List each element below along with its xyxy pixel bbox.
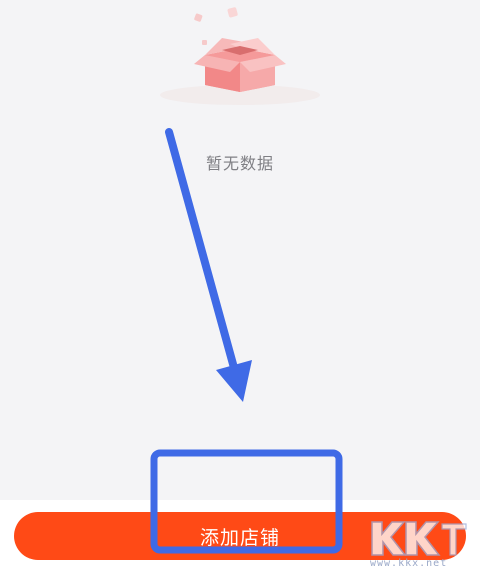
empty-state-message: 暂无数据 — [205, 154, 274, 173]
open-box-icon — [160, 7, 320, 105]
watermark-url: www.kkx.net — [370, 558, 448, 569]
